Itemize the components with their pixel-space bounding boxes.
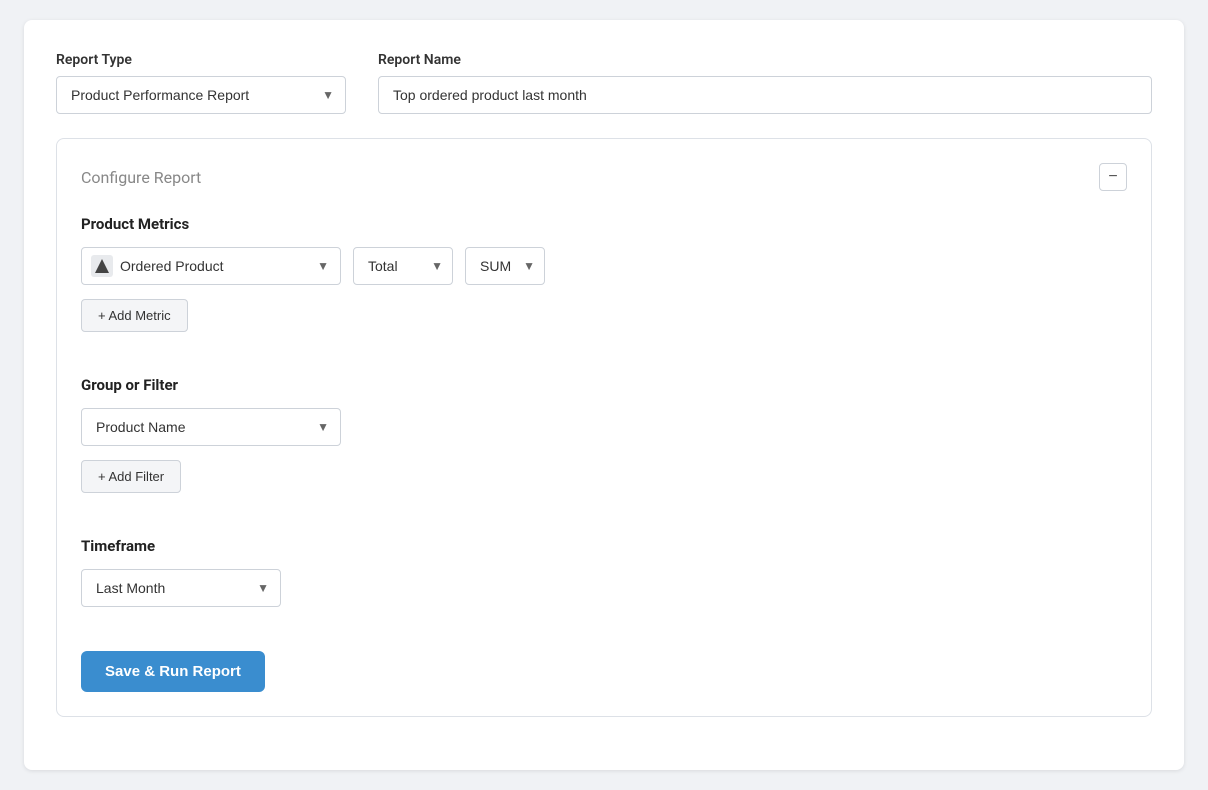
top-section: Report Type Product Performance Report S… bbox=[56, 52, 1152, 114]
timeframe-label: Timeframe bbox=[81, 537, 1127, 555]
report-type-select-wrapper: Product Performance Report Sales Report … bbox=[56, 76, 346, 114]
report-name-input[interactable] bbox=[378, 76, 1152, 114]
configure-report-title: Configure Report bbox=[81, 168, 201, 187]
filter-select-wrapper: Product Name Category SKU ▼ bbox=[81, 408, 341, 446]
filter-select[interactable]: Product Name Category SKU bbox=[81, 408, 341, 446]
metrics-row: Ordered Product Revenue Units Sold ▼ Tot… bbox=[81, 247, 1127, 285]
total-select[interactable]: Total Average Count bbox=[353, 247, 453, 285]
report-type-field-group: Report Type Product Performance Report S… bbox=[56, 52, 346, 114]
group-filter-label: Group or Filter bbox=[81, 376, 1127, 394]
total-select-wrapper: Total Average Count ▼ bbox=[353, 247, 453, 285]
timeframe-select-wrapper: Last Month Last Week Last Quarter Last Y… bbox=[81, 569, 281, 607]
configure-header: Configure Report − bbox=[81, 163, 1127, 191]
report-type-select[interactable]: Product Performance Report Sales Report … bbox=[56, 76, 346, 114]
sum-select-wrapper: SUM AVG MAX MIN ▼ bbox=[465, 247, 545, 285]
product-metrics-block: Product Metrics Ordered Product Revenue … bbox=[81, 215, 1127, 356]
ordered-product-select[interactable]: Ordered Product Revenue Units Sold bbox=[81, 247, 341, 285]
add-metric-button[interactable]: + Add Metric bbox=[81, 299, 188, 332]
timeframe-select[interactable]: Last Month Last Week Last Quarter Last Y… bbox=[81, 569, 281, 607]
timeframe-block: Timeframe Last Month Last Week Last Quar… bbox=[81, 537, 1127, 631]
ordered-product-select-wrapper: Ordered Product Revenue Units Sold ▼ bbox=[81, 247, 341, 285]
collapse-button[interactable]: − bbox=[1099, 163, 1127, 191]
report-name-label: Report Name bbox=[378, 52, 1152, 68]
page-container: Report Type Product Performance Report S… bbox=[24, 20, 1184, 770]
product-metrics-label: Product Metrics bbox=[81, 215, 1127, 233]
add-filter-button[interactable]: + Add Filter bbox=[81, 460, 181, 493]
report-type-label: Report Type bbox=[56, 52, 346, 68]
sum-select[interactable]: SUM AVG MAX MIN bbox=[465, 247, 545, 285]
group-filter-block: Group or Filter Product Name Category SK… bbox=[81, 376, 1127, 517]
configure-report-section: Configure Report − Product Metrics bbox=[56, 138, 1152, 717]
save-run-button[interactable]: Save & Run Report bbox=[81, 651, 265, 692]
report-name-field-group: Report Name bbox=[378, 52, 1152, 114]
collapse-icon: − bbox=[1108, 169, 1117, 185]
